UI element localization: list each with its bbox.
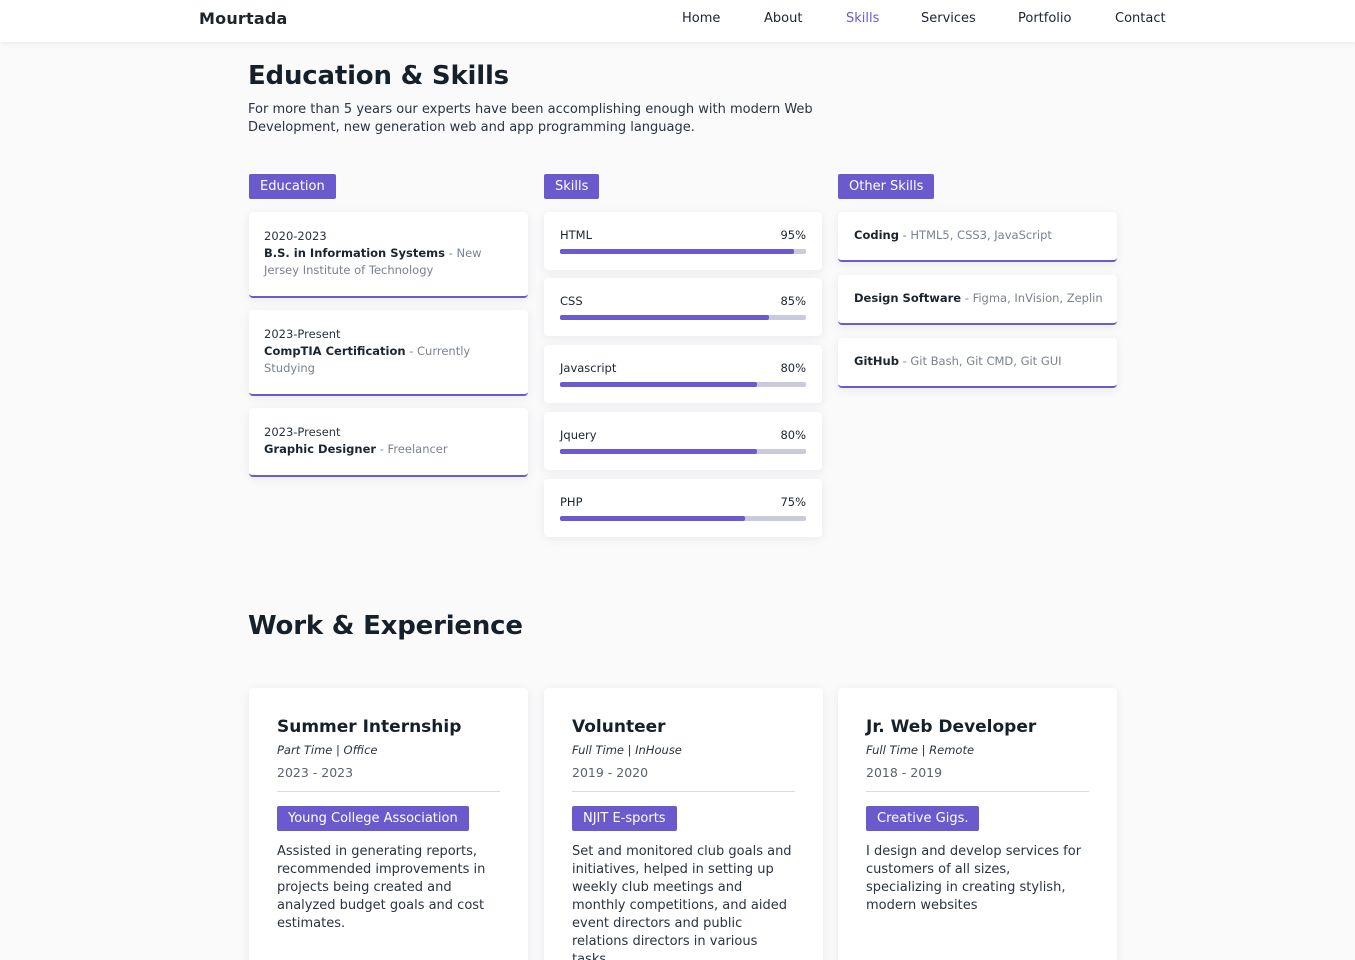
work-years: 2018 - 2019 bbox=[866, 765, 943, 780]
work-organization: Young College Association bbox=[277, 806, 469, 831]
work-divider bbox=[277, 791, 500, 792]
skill-bar bbox=[560, 249, 806, 254]
work-description: Assisted in generating reports, recommen… bbox=[277, 844, 486, 931]
work-description: Set and monitored club goals and initiat… bbox=[572, 844, 792, 960]
education-detail: Graphic Designer - Freelancer bbox=[264, 442, 448, 456]
nav-link-services[interactable]: Services bbox=[921, 11, 976, 26]
nav-link-contact[interactable]: Contact bbox=[1115, 11, 1166, 26]
nav-link-about[interactable]: About bbox=[764, 11, 802, 26]
work-title: Volunteer bbox=[572, 717, 666, 737]
work-experience-title: Work & Experience bbox=[248, 611, 523, 641]
education-degree: Graphic Designer bbox=[264, 442, 377, 456]
skill-card: HTML 95% bbox=[544, 212, 822, 270]
work-divider bbox=[572, 791, 795, 792]
other-skill-card: Coding - HTML5, CSS3, JavaScript bbox=[838, 212, 1117, 262]
skill-card: CSS 85% bbox=[544, 278, 822, 336]
work-type: Part Time | Office bbox=[277, 743, 378, 757]
education-card: 2020-2023 B.S. in Information Systems - … bbox=[249, 212, 528, 298]
work-title: Jr. Web Developer bbox=[866, 717, 1037, 737]
skill-name: CSS bbox=[560, 294, 583, 308]
education-card: 2023-Present CompTIA Certification - Cur… bbox=[249, 310, 528, 396]
skill-bar-fill bbox=[560, 249, 794, 254]
other-skill-detail: Git Bash, Git CMD, Git GUI bbox=[910, 354, 1062, 368]
skill-name: Jquery bbox=[560, 428, 597, 442]
other-skill-name: GitHub bbox=[854, 354, 899, 368]
skill-percent: 85% bbox=[780, 294, 806, 308]
education-date: 2020-2023 bbox=[264, 229, 327, 243]
work-card: Volunteer Full Time | InHouse 2019 - 202… bbox=[544, 688, 823, 960]
skill-bar-fill bbox=[560, 315, 770, 320]
skill-bar bbox=[560, 315, 806, 320]
education-degree: B.S. in Information Systems bbox=[264, 246, 445, 260]
nav-link-home[interactable]: Home bbox=[682, 11, 720, 26]
other-skill-detail: HTML5, CSS3, JavaScript bbox=[910, 228, 1052, 242]
work-organization: NJIT E-sports bbox=[572, 806, 677, 831]
work-card: Jr. Web Developer Full Time | Remote 201… bbox=[838, 688, 1117, 960]
skill-name: PHP bbox=[560, 495, 583, 509]
education-date: 2023-Present bbox=[264, 327, 341, 341]
skill-name: HTML bbox=[560, 228, 593, 242]
other-skill-detail: Figma, InVision, Zeplin bbox=[972, 291, 1103, 305]
skill-card: Javascript 80% bbox=[544, 345, 822, 403]
work-description: I design and develop services for custom… bbox=[866, 844, 1082, 913]
education-skills-intro: For more than 5 years our experts have b… bbox=[248, 102, 813, 135]
work-years: 2019 - 2020 bbox=[572, 765, 649, 780]
skill-percent: 75% bbox=[780, 495, 806, 509]
skill-percent: 95% bbox=[780, 228, 806, 242]
other-skill-card: GitHub - Git Bash, Git CMD, Git GUI bbox=[838, 338, 1117, 388]
skill-bar-fill bbox=[560, 449, 757, 454]
education-degree: CompTIA Certification bbox=[264, 344, 406, 358]
education-place: Freelancer bbox=[387, 442, 448, 456]
brand-logo[interactable]: Mourtada bbox=[199, 9, 288, 28]
skill-bar bbox=[560, 382, 806, 387]
nav-link-skills[interactable]: Skills bbox=[846, 11, 879, 26]
work-years: 2023 - 2023 bbox=[277, 765, 354, 780]
skill-card: PHP 75% bbox=[544, 479, 822, 537]
skill-bar-fill bbox=[560, 382, 757, 387]
work-card: Summer Internship Part Time | Office 202… bbox=[249, 688, 528, 960]
education-card: 2023-Present Graphic Designer - Freelanc… bbox=[249, 408, 528, 477]
other-skill-card: Design Software - Figma, InVision, Zepli… bbox=[838, 275, 1117, 325]
skill-percent: 80% bbox=[780, 361, 806, 375]
other-skill-name: Coding bbox=[854, 228, 899, 242]
other-skill-name: Design Software bbox=[854, 291, 962, 305]
skills-tag: Skills bbox=[544, 174, 600, 199]
skill-card: Jquery 80% bbox=[544, 412, 822, 470]
navbar: Mourtada Home About Skills Services Port… bbox=[0, 0, 1355, 42]
other-skills-tag: Other Skills bbox=[838, 174, 935, 199]
nav-link-portfolio[interactable]: Portfolio bbox=[1018, 11, 1071, 26]
education-tag: Education bbox=[249, 174, 336, 199]
work-title: Summer Internship bbox=[277, 717, 462, 737]
education-skills-title: Education & Skills bbox=[248, 61, 509, 91]
skill-bar bbox=[560, 449, 806, 454]
work-type: Full Time | InHouse bbox=[572, 743, 682, 757]
education-detail: B.S. in Information Systems - New Jersey… bbox=[264, 246, 482, 277]
work-divider bbox=[866, 791, 1089, 792]
work-type: Full Time | Remote bbox=[866, 743, 975, 757]
skill-name: Javascript bbox=[560, 361, 617, 375]
work-organization: Creative Gigs. bbox=[866, 806, 980, 831]
skill-bar bbox=[560, 516, 806, 521]
education-date: 2023-Present bbox=[264, 425, 341, 439]
education-detail: CompTIA Certification - Currently Studyi… bbox=[264, 344, 471, 375]
skill-percent: 80% bbox=[780, 428, 806, 442]
skill-bar-fill bbox=[560, 516, 745, 521]
